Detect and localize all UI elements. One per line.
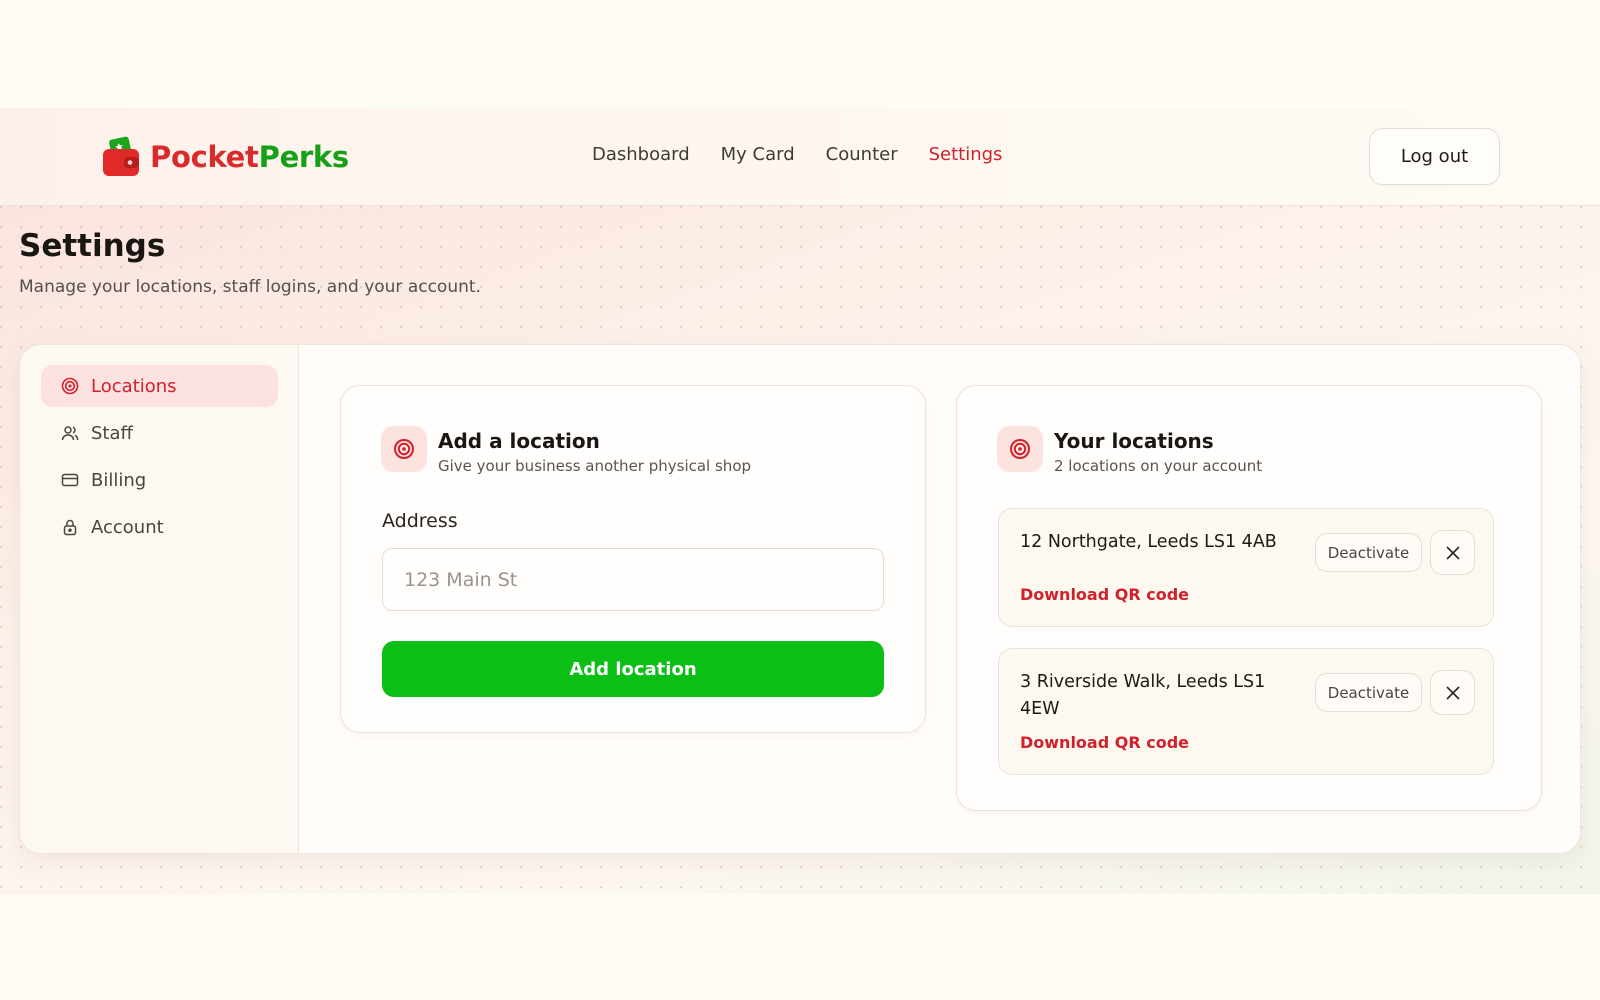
location-item: 3 Riverside Walk, Leeds LS1 4EW Deactiva… [998,648,1494,775]
sidebar-item-locations[interactable]: Locations [41,365,278,407]
close-icon [1445,545,1460,560]
nav-my-card[interactable]: My Card [721,144,795,165]
deactivate-button[interactable]: Deactivate [1315,673,1422,712]
settings-sidebar: Locations Staff Billing Account [20,345,299,853]
nav-counter[interactable]: Counter [826,144,898,165]
target-icon [61,377,79,395]
nav-settings[interactable]: Settings [929,144,1003,165]
close-icon [1445,685,1460,700]
brand-logo[interactable]: PocketPerks [102,134,349,180]
add-location-title: Add a location [438,429,600,453]
your-locations-card: Your locations 2 locations on your accou… [956,385,1542,811]
page-subtitle: Manage your locations, staff logins, and… [19,277,481,297]
address-input[interactable] [382,548,884,611]
nav-dashboard[interactable]: Dashboard [592,144,690,165]
location-address: 3 Riverside Walk, Leeds LS1 4EW [1020,672,1266,719]
credit-card-icon [61,471,79,489]
sidebar-item-label: Billing [91,469,147,491]
add-location-subtitle: Give your business another physical shop [438,457,752,475]
lock-icon [61,518,79,536]
brand-name-part1: Pocket [150,140,259,174]
delete-location-button[interactable] [1430,530,1475,575]
brand-name: PocketPerks [150,140,349,174]
logout-button[interactable]: Log out [1369,128,1500,185]
top-background [0,0,1600,108]
settings-section: Settings Manage your locations, staff lo… [0,206,1600,894]
download-qr-link[interactable]: Download QR code [1020,733,1189,752]
sidebar-item-label: Account [91,516,164,538]
download-qr-link[interactable]: Download QR code [1020,585,1189,604]
users-icon [61,424,79,442]
target-icon [997,426,1043,472]
page-title: Settings [19,228,166,264]
add-location-button[interactable]: Add location [382,641,884,697]
location-address: 12 Northgate, Leeds LS1 4AB [1020,532,1277,552]
location-item: 12 Northgate, Leeds LS1 4AB Deactivate D… [998,508,1494,627]
target-icon [381,426,427,472]
bottom-background [0,894,1600,1000]
delete-location-button[interactable] [1430,670,1475,715]
sidebar-item-staff[interactable]: Staff [41,412,278,454]
your-locations-title: Your locations [1054,429,1214,453]
address-label: Address [382,510,458,532]
deactivate-button[interactable]: Deactivate [1315,533,1422,572]
sidebar-item-billing[interactable]: Billing [41,459,278,501]
wallet-logo-icon [103,136,139,176]
sidebar-item-label: Locations [91,375,177,397]
settings-panel: Locations Staff Billing Account Add a lo… [19,344,1581,854]
sidebar-item-label: Staff [91,422,133,444]
brand-name-part2: Perks [258,140,350,174]
main-nav: Dashboard My Card Counter Settings [592,144,1033,165]
sidebar-item-account[interactable]: Account [41,506,278,548]
top-header: PocketPerks Dashboard My Card Counter Se… [0,108,1600,206]
your-locations-subtitle: 2 locations on your account [1054,457,1263,475]
add-location-card: Add a location Give your business anothe… [340,385,926,733]
